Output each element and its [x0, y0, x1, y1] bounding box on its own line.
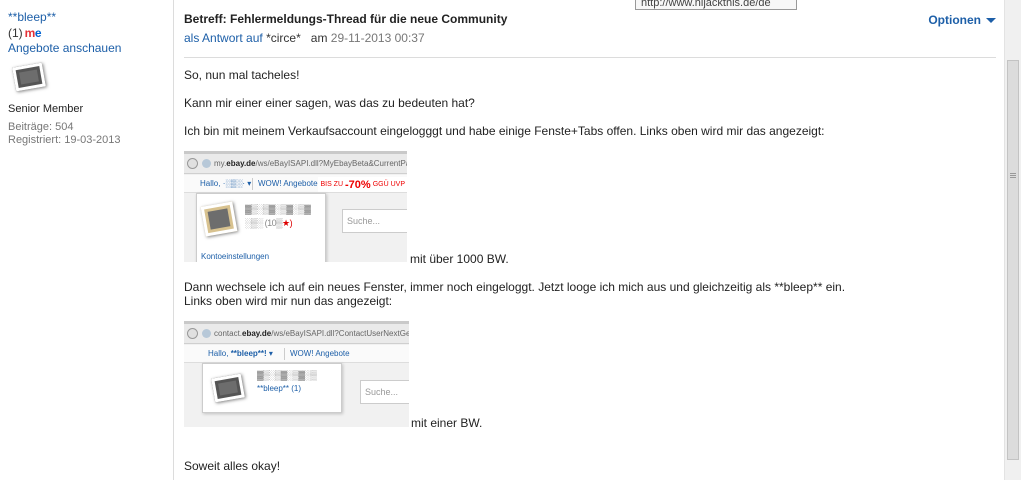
blurred-rating: ░▒░ (10▒★) — [245, 218, 293, 228]
paragraph: mit einer BW. — [411, 416, 483, 430]
avatar-image — [12, 62, 46, 92]
author-role: Senior Member — [8, 103, 84, 115]
post-subject: Betreff: Fehlermeldungs-Thread für die n… — [184, 12, 508, 26]
view-offers-link[interactable]: Angebote anschauen — [8, 41, 165, 55]
back-icon — [187, 158, 198, 169]
options-label: Optionen — [928, 13, 981, 27]
blurred-username: ▓▒░▒▓░▒▓░▒ — [257, 370, 317, 380]
paragraph: So, nun mal tacheles! — [184, 68, 300, 82]
browser-address-bar: contact.ebay.de/ws/eBayISAPI.dll?Contact… — [184, 324, 409, 344]
author-avatar[interactable] — [10, 61, 46, 93]
paragraph: Ich bin mit meinem Verkaufsaccount einge… — [184, 124, 825, 138]
post-body: Betreff: Fehlermeldungs-Thread für die n… — [184, 0, 1000, 480]
page-scrollbar[interactable] — [1004, 0, 1021, 480]
link-tooltip: http://www.hijackthis.de/de — [635, 0, 797, 10]
promo-banner: BIS ZU -70% GGÜ UVP — [318, 177, 407, 192]
paragraph: Dann wechsele ich auf ein neues Fenster,… — [184, 280, 846, 294]
account-settings-link: Kontoeinstellungen — [201, 252, 270, 261]
search-field: Suche... — [360, 380, 409, 404]
me-badge-icon: me — [24, 26, 42, 40]
paragraph: Links oben wird mir nun das angezeigt: — [184, 294, 393, 308]
globe-icon — [202, 159, 211, 168]
back-icon — [187, 328, 198, 339]
reply-info: als Antwort auf *circe* am 29-11-2013 00… — [184, 31, 425, 45]
chevron-down-icon — [986, 17, 996, 23]
greeting-tab: Hallo, ·░▒░· ▾ — [200, 179, 252, 188]
author-registered: Registriert: 19-03-2013 — [8, 134, 121, 146]
paragraph: mit über 1000 BW. — [410, 252, 509, 266]
embedded-screenshot-2[interactable]: contact.ebay.de/ws/eBayISAPI.dll?Contact… — [184, 321, 409, 427]
grip-icon — [1010, 173, 1016, 174]
address-url: my.ebay.de/ws/eBayISAPI.dll?MyEbayBeta&C… — [214, 159, 407, 168]
address-url: contact.ebay.de/ws/eBayISAPI.dll?Contact… — [214, 329, 409, 338]
paragraph: Kann mir einer einer sagen, was das zu b… — [184, 96, 475, 110]
username-link: **bleep** (1) — [257, 384, 302, 393]
reply-to-user: *circe* — [266, 31, 301, 45]
browser-address-bar: my.ebay.de/ws/eBayISAPI.dll?MyEbayBeta&C… — [184, 154, 407, 174]
wow-tab: WOW! Angebote — [258, 179, 318, 188]
post-date: 29-11-2013 00:37 — [330, 31, 425, 45]
column-divider — [173, 0, 174, 480]
author-panel: **bleep** (1) me Angebote anschauen Seni… — [0, 0, 173, 480]
author-posts: Beiträge: 504 — [8, 121, 74, 133]
header-divider — [184, 57, 996, 58]
blurred-username: ▓▒░▒▓░▒▓░▒▓ — [245, 204, 311, 214]
date-prefix: am — [310, 31, 328, 45]
account-dropdown: ▓▒░▒▓░▒▓░▒ **bleep** (1) — [202, 363, 342, 413]
search-field: Suche... — [342, 209, 407, 233]
reply-to-link[interactable]: als Antwort auf — [184, 31, 263, 45]
globe-icon — [202, 329, 211, 338]
paragraph: Soweit alles okay! — [184, 459, 281, 473]
embedded-screenshot-1[interactable]: my.ebay.de/ws/eBayISAPI.dll?MyEbayBeta&C… — [184, 151, 407, 262]
greeting-tab: Hallo, **bleep**! ▾ — [208, 349, 273, 358]
account-avatar — [211, 373, 245, 403]
ebay-header: Hallo, **bleep**! ▾ WOW! Angebote — [184, 345, 409, 363]
feedback-line: (1) me — [8, 26, 165, 40]
options-menu-button[interactable]: Optionen — [928, 13, 996, 27]
account-avatar — [200, 201, 238, 237]
wow-tab: WOW! Angebote — [290, 349, 350, 358]
account-dropdown: ▓▒░▒▓░▒▓░▒▓ ░▒░ (10▒★) Kontoeinstellunge… — [196, 193, 326, 262]
feedback-count[interactable]: (1) — [8, 26, 23, 40]
scrollbar-thumb[interactable] — [1007, 60, 1019, 460]
author-name-link[interactable]: **bleep** — [8, 10, 165, 24]
